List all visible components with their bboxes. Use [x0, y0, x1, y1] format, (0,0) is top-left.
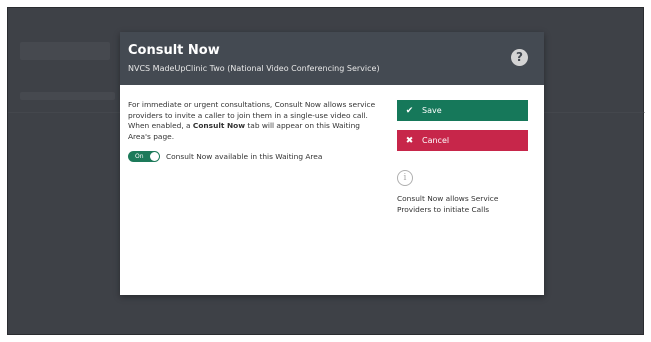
background-logo [20, 42, 110, 60]
toggle-knob [150, 151, 159, 161]
dialog-header: Consult Now NVCS MadeUpClinic Two (Natio… [120, 32, 544, 85]
cancel-button-label: Cancel [422, 136, 450, 145]
check-icon: ✔ [405, 105, 414, 116]
cancel-button[interactable]: ✖ Cancel [397, 130, 528, 151]
info-text: Consult Now allows Service Providers to … [397, 194, 499, 214]
consult-now-toggle-row: On Consult Now available in this Waiting… [128, 150, 322, 162]
save-button[interactable]: ✔ Save [397, 100, 528, 121]
dialog-subtitle: NVCS MadeUpClinic Two (National Video Co… [128, 64, 380, 73]
consult-now-dialog: Consult Now NVCS MadeUpClinic Two (Natio… [120, 32, 544, 295]
toggle-state-label: On [135, 152, 144, 160]
toggle-label: Consult Now available in this Waiting Ar… [166, 151, 323, 161]
help-icon[interactable]: ? [511, 49, 528, 66]
consult-now-tab-name: Consult Now [192, 121, 246, 130]
x-icon: ✖ [405, 135, 414, 146]
background-nav-item [20, 92, 115, 100]
consult-now-description: For immediate or urgent consultations, C… [128, 100, 376, 141]
save-button-label: Save [422, 106, 442, 115]
info-circle-icon: i [397, 170, 413, 186]
dialog-title: Consult Now [128, 43, 220, 58]
consult-now-toggle[interactable]: On [128, 150, 160, 162]
